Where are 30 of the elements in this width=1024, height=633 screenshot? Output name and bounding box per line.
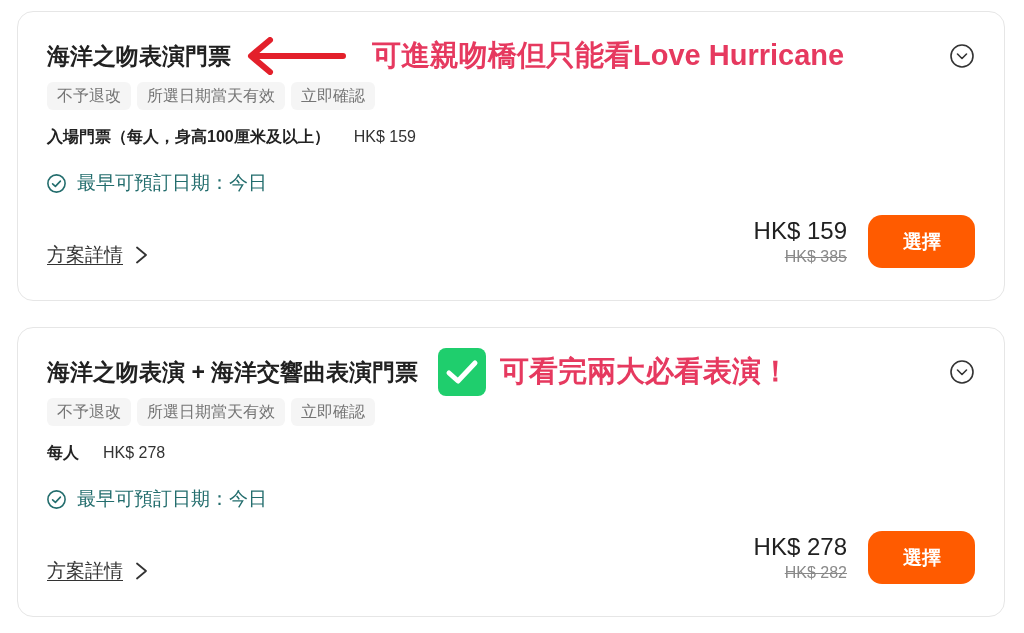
price-text: HK$ 159 xyxy=(753,215,847,246)
check-icon xyxy=(438,348,487,396)
left-arrow-icon xyxy=(246,37,346,75)
chevron-right-icon xyxy=(135,246,148,264)
original-price-text: HK$ 385 xyxy=(784,246,847,267)
package-title: 海洋之吻表演 + 海洋交響曲表演門票 xyxy=(47,357,419,387)
chevron-circle-icon[interactable] xyxy=(950,360,974,384)
feature-tag: 立即確認 xyxy=(291,398,375,426)
availability-text: 最早可預訂日期：今日 xyxy=(77,171,267,195)
check-circle-icon xyxy=(47,173,66,193)
availability-text: 最早可預訂日期：今日 xyxy=(77,487,267,511)
package-price: HK$ 278 xyxy=(103,444,166,462)
plan-details-link[interactable]: 方案詳情 xyxy=(47,559,148,583)
feature-tag: 不予退改 xyxy=(47,82,131,110)
chevron-circle-icon[interactable] xyxy=(950,44,974,68)
package-name: 入場門票（每人，身高100厘米及以上） xyxy=(47,126,330,147)
original-price-text: HK$ 282 xyxy=(784,562,847,583)
feature-tag: 不予退改 xyxy=(47,398,131,426)
annotation-text: 可進親吻橋但只能看Love Hurricane xyxy=(372,38,845,73)
feature-tag: 所選日期當天有效 xyxy=(137,398,285,426)
price-text: HK$ 278 xyxy=(753,531,847,562)
feature-tag: 所選日期當天有效 xyxy=(137,82,285,110)
feature-tag: 立即確認 xyxy=(291,82,375,110)
package-title: 海洋之吻表演門票 xyxy=(47,41,231,71)
check-circle-icon xyxy=(47,489,66,509)
annotation-text: 可看完兩大必看表演！ xyxy=(500,354,791,389)
package-price: HK$ 159 xyxy=(353,128,416,146)
plan-details-link[interactable]: 方案詳情 xyxy=(47,243,148,267)
chevron-right-icon xyxy=(135,562,148,580)
package-name: 每人 xyxy=(47,442,79,463)
